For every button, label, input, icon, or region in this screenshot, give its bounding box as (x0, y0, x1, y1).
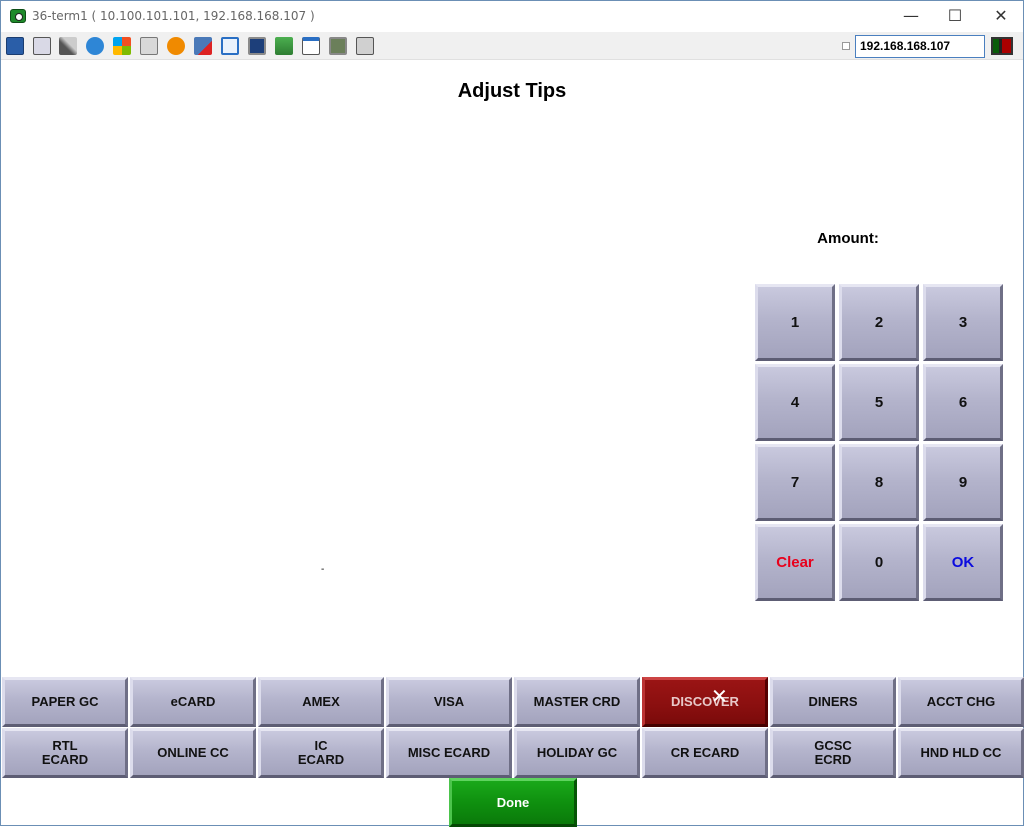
tender-button-gcsc-ecrd[interactable]: GCSC ECRD (770, 728, 896, 778)
tender-label: GCSC ECRD (814, 738, 852, 767)
page-title: Adjust Tips (457, 80, 567, 102)
tender-button-holiday-gc[interactable]: HOLIDAY GC (514, 728, 640, 778)
tender-button-rtl-ecard[interactable]: RTL ECARD (2, 728, 128, 778)
tender-button-master-crd[interactable]: MASTER CRD (514, 677, 640, 727)
tender-button-hnd-hld-cc[interactable]: HND HLD CC (898, 728, 1024, 778)
refresh-icon[interactable] (86, 37, 104, 55)
keypad-key-ok[interactable]: OK (923, 524, 1003, 601)
tender-label: ONLINE CC (157, 745, 229, 760)
window-title: 36-term1 ( 10.100.101.101, 192.168.168.1… (32, 9, 315, 23)
keypad-key-8[interactable]: 8 (839, 444, 919, 521)
tender-button-misc-ecard[interactable]: MISC ECARD (386, 728, 512, 778)
keypad-key-2[interactable]: 2 (839, 284, 919, 361)
flag-icon[interactable] (113, 37, 131, 55)
keypad-key-7[interactable]: 7 (755, 444, 835, 521)
title-bar: 36-term1 ( 10.100.101.101, 192.168.168.1… (1, 1, 1023, 32)
download-icon[interactable] (275, 37, 293, 55)
tender-label: IC ECARD (297, 738, 345, 767)
keypad-key-clear[interactable]: Clear (755, 524, 835, 601)
minimize-button[interactable]: — (888, 1, 934, 32)
tender-label: VISA (433, 694, 465, 709)
terminal-window: 36-term1 ( 10.100.101.101, 192.168.168.1… (0, 0, 1024, 827)
tender-label: PAPER GC (31, 694, 99, 709)
disconnect-icon[interactable] (194, 37, 212, 55)
tender-label: HOLIDAY GC (536, 745, 618, 760)
tender-button-diners[interactable]: DINERS (770, 677, 896, 727)
tender-label: CR ECARD (670, 745, 740, 760)
keypad-key-3[interactable]: 3 (923, 284, 1003, 361)
amount-label: Amount: (817, 230, 879, 247)
monitor-icon[interactable] (6, 37, 24, 55)
tender-button-acct-chg[interactable]: ACCT CHG (898, 677, 1024, 727)
tender-label: MISC ECARD (407, 745, 491, 760)
notepad-icon[interactable] (302, 37, 320, 55)
tender-button-discover[interactable]: DISCOVER ✕ (642, 677, 768, 727)
fullscreen-icon[interactable] (221, 37, 239, 55)
chat-icon[interactable] (356, 37, 374, 55)
keypad-key-4[interactable]: 4 (755, 364, 835, 441)
checkbox-icon[interactable] (842, 42, 850, 50)
tender-button-amex[interactable]: AMEX (258, 677, 384, 727)
tender-label: AMEX (302, 694, 340, 709)
tender-label: HND HLD CC (920, 745, 1002, 760)
done-button[interactable]: Done (449, 778, 577, 827)
ip-address-field[interactable]: 192.168.168.107 (855, 35, 985, 58)
windows-icon[interactable] (33, 37, 51, 55)
tender-button-cr-ecard[interactable]: CR ECARD (642, 728, 768, 778)
tools-icon[interactable] (59, 37, 77, 55)
tender-label: MASTER CRD (533, 694, 621, 709)
keypad-key-1[interactable]: 1 (755, 284, 835, 361)
close-button[interactable]: ✕ (978, 1, 1024, 32)
amount-placeholder-dash: - (321, 564, 325, 575)
tender-label: RTL ECARD (41, 738, 89, 767)
toolbar: 192.168.168.107 (1, 32, 1023, 60)
tender-button-ic-ecard[interactable]: IC ECARD (258, 728, 384, 778)
tender-label: eCARD (170, 694, 216, 709)
app-eye-icon (10, 9, 26, 23)
image-icon[interactable] (329, 37, 347, 55)
alert-icon[interactable] (167, 37, 185, 55)
tender-button-ecard[interactable]: eCARD (130, 677, 256, 727)
keypad-key-6[interactable]: 6 (923, 364, 1003, 441)
status-flag-icon[interactable] (991, 37, 1013, 55)
tender-button-paper-gc[interactable]: PAPER GC (2, 677, 128, 727)
tender-label: DINERS (808, 694, 858, 709)
screen-icon[interactable] (248, 37, 266, 55)
tender-button-online-cc[interactable]: ONLINE CC (130, 728, 256, 778)
keyboard-icon[interactable] (140, 37, 158, 55)
tender-label: ACCT CHG (926, 694, 996, 709)
keypad-key-9[interactable]: 9 (923, 444, 1003, 521)
keypad-key-0[interactable]: 0 (839, 524, 919, 601)
maximize-button[interactable]: ☐ (932, 1, 978, 32)
tender-button-visa[interactable]: VISA (386, 677, 512, 727)
tender-label: DISCOVER (671, 694, 739, 709)
keypad-key-5[interactable]: 5 (839, 364, 919, 441)
